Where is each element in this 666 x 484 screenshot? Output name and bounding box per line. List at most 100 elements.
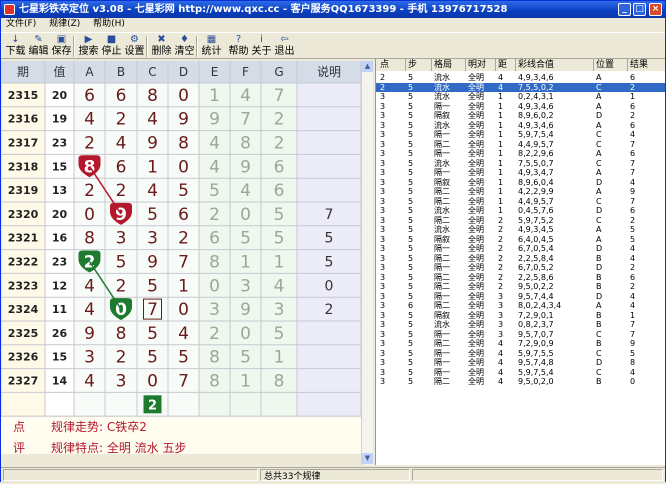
- toolbar-exit-button[interactable]: ⇦ 退出: [273, 34, 296, 58]
- list-item[interactable]: 3 5 隔一 全明 3 9,5,7,4,4 D 4: [376, 292, 665, 301]
- list-cell: 全明: [468, 92, 484, 101]
- list-cell: 3: [380, 206, 386, 215]
- toolbar-edit-button[interactable]: ✎ 编辑: [27, 34, 50, 58]
- sum-value-cell: 14: [52, 375, 68, 388]
- list-item[interactable]: 3 5 隔二 全明 1 4,4,9,5,7 C 7: [376, 197, 665, 206]
- menu-file[interactable]: 文件(F): [1, 18, 41, 31]
- search-icon: ▶: [84, 34, 93, 45]
- list-cell: 3: [498, 320, 504, 329]
- list-cell: 2: [498, 272, 504, 282]
- list-item[interactable]: 3 5 流水 全明 1 0,2,4,3,1 A 1: [376, 92, 665, 101]
- toolbar-separator: [146, 36, 148, 57]
- list-item[interactable]: 3 5 隔二 全明 2 5,9,7,5,2 C 2: [376, 216, 665, 225]
- list-item[interactable]: 3 5 隔叙 全明 2 6,4,0,4,5 A 5: [376, 235, 665, 244]
- list-item[interactable]: 3 5 隔二 全明 1 4,2,2,9,9 A 9: [376, 187, 665, 196]
- list-item[interactable]: 3 5 隔二 全明 1 4,4,9,5,7 C 7: [376, 140, 665, 149]
- list-cell: 3: [380, 149, 386, 158]
- toolbar-help-button[interactable]: ? 帮助: [227, 34, 250, 58]
- toolbar-button-label: 退出: [274, 46, 295, 57]
- list-header-cell[interactable]: 格局: [432, 59, 466, 71]
- list-item[interactable]: 3 5 流水 全明 1 4,9,3,4,6 A 6: [376, 121, 665, 130]
- digit-cell: 5: [178, 181, 189, 201]
- toolbar-settings-button[interactable]: ⚙ 设置: [123, 34, 146, 58]
- list-cell: 4: [498, 358, 504, 367]
- scroll-down-arrow-icon[interactable]: ▼: [362, 453, 373, 464]
- list-item[interactable]: 3 5 隔叙 全明 1 8,9,6,0,4 D 4: [376, 178, 665, 187]
- list-cell: 4: [630, 130, 636, 139]
- list-cell: 1: [498, 101, 504, 111]
- list-item[interactable]: 3 5 流水 全明 2 4,9,3,4,5 A 5: [376, 225, 665, 234]
- digit-cell: 2: [116, 181, 127, 201]
- list-item[interactable]: 3 5 隔一 全明 1 5,9,7,5,4 C 4: [376, 130, 665, 139]
- list-item[interactable]: 3 5 隔一 全明 1 8,2,2,9,6 A 6: [376, 149, 665, 158]
- list-cell: D: [596, 291, 603, 301]
- toolbar-stats-button[interactable]: ▦ 统计: [200, 34, 223, 58]
- rule-list[interactable]: 点步格局 明对距彩线合值 位置 结果 2 5 流水 全明 4 4,9,3,4,6 A 6 2 5 流水 全明…: [375, 59, 665, 465]
- list-item[interactable]: 2 5 流水 全明 4 4,9,3,4,6 A 6: [376, 73, 665, 82]
- list-item[interactable]: 3 5 隔一 全明 3 9,5,7,0,7 C 7: [376, 330, 665, 339]
- list-cell: 5: [408, 263, 414, 272]
- list-header-cell[interactable]: 位置: [594, 59, 628, 71]
- list-item[interactable]: 3 5 隔二 全明 2 2,2,5,8,4 B 4: [376, 254, 665, 263]
- list-header-cell[interactable]: 彩线合值: [516, 59, 594, 71]
- list-header-cell[interactable]: 步: [406, 59, 432, 71]
- sum-value-cell: 23: [52, 137, 67, 150]
- list-cell: 全明: [468, 234, 484, 244]
- list-cell: 4: [498, 377, 504, 386]
- digit-cell: 3: [147, 229, 158, 249]
- toolbar-stop-button[interactable]: ■ 停止: [100, 34, 123, 58]
- list-cell: 流水: [434, 73, 450, 82]
- toolbar-clear-button[interactable]: ♦ 清空: [173, 34, 196, 58]
- list-item[interactable]: 3 6 隔二 全明 3 8,0,2,4,3,4 A 4: [376, 301, 665, 310]
- list-cell: C: [596, 329, 602, 339]
- scroll-up-arrow-icon[interactable]: ▲: [362, 61, 373, 72]
- toolbar-download-button[interactable]: ↓ 下载: [4, 34, 27, 58]
- list-item[interactable]: 3 5 隔叙 全明 3 7,2,9,0,1 B 1: [376, 311, 665, 320]
- list-header-cell[interactable]: 结果: [628, 59, 665, 71]
- list-header-cell[interactable]: 明对: [466, 59, 496, 71]
- digit-cell: 5: [178, 348, 189, 368]
- toolbar-about-button[interactable]: i 关于: [250, 34, 273, 58]
- minimize-button[interactable]: _: [618, 3, 631, 16]
- list-cell: 4,9,3,4,7: [518, 168, 554, 177]
- list-cell: 6: [408, 301, 414, 310]
- list-item[interactable]: 3 5 隔二 全明 2 2,2,5,8,6 B 6: [376, 273, 665, 282]
- maximize-button[interactable]: □: [633, 3, 646, 16]
- list-item[interactable]: 3 5 隔二 全明 4 7,2,9,0,9 B 9: [376, 339, 665, 348]
- list-header-cell[interactable]: 距: [496, 59, 516, 71]
- list-cell: 5,9,7,5,2: [518, 215, 554, 225]
- title-bar[interactable]: 七星彩铁卒定位 v3.08 - 七星彩网 http://www.qxc.cc -…: [1, 1, 665, 18]
- list-item[interactable]: 3 5 隔二 全明 2 9,5,0,2,2 B 2: [376, 282, 665, 291]
- digit-cell: 5: [274, 229, 285, 249]
- list-item[interactable]: 2 5 流水 全明 4 7,5,5,0,2 C 2: [376, 82, 665, 92]
- list-cell: 4: [498, 73, 504, 82]
- period-cell: 2327: [8, 375, 39, 388]
- grid-scrollbar[interactable]: ▲ ▼: [361, 61, 373, 465]
- close-button[interactable]: ×: [649, 3, 662, 16]
- toolbar-delete-button[interactable]: ✖ 删除: [150, 34, 173, 58]
- list-item[interactable]: 3 5 隔一 全明 4 9,5,7,4,8 D 8: [376, 358, 665, 367]
- toolbar-button-label: 保存: [51, 46, 72, 57]
- list-cell: 3: [380, 101, 386, 111]
- list-item[interactable]: 3 5 隔二 全明 4 9,5,0,2,0 B 0: [376, 377, 665, 386]
- list-item[interactable]: 3 5 隔一 全明 2 6,7,0,5,4 D 4: [376, 244, 665, 253]
- list-header-cell[interactable]: 点: [378, 59, 406, 71]
- status-summary: 总共33个规律: [260, 469, 410, 482]
- list-cell: 全明: [468, 263, 484, 272]
- list-item[interactable]: 3 5 流水 全明 1 7,5,5,0,7 C 7: [376, 159, 665, 168]
- toolbar-save-button[interactable]: ▣ 保存: [50, 34, 73, 58]
- digit-cell: 9: [240, 300, 251, 320]
- list-item[interactable]: 3 5 隔一 全明 2 6,7,0,5,2 D 2: [376, 263, 665, 272]
- toolbar-search-button[interactable]: ▶ 搜索: [77, 34, 100, 58]
- menu-help[interactable]: 帮助(H): [88, 18, 130, 31]
- list-item[interactable]: 3 5 隔一 全明 4 5,9,7,5,4 C 4: [376, 368, 665, 377]
- list-item[interactable]: 3 5 隔叙 全明 1 8,9,6,0,2 D 2: [376, 111, 665, 120]
- menu-rules[interactable]: 规律(Z): [44, 18, 85, 31]
- list-item[interactable]: 3 5 流水 全明 1 0,4,5,7,6 D 6: [376, 206, 665, 215]
- list-item[interactable]: 3 5 流水 全明 3 0,8,2,3,7 B 7: [376, 320, 665, 329]
- list-cell: C: [596, 158, 602, 168]
- list-item[interactable]: 3 5 隔一 全明 1 4,9,3,4,7 A 7: [376, 168, 665, 177]
- digit-cell: 6: [116, 157, 127, 177]
- list-item[interactable]: 3 5 隔一 全明 1 4,9,3,4,6 A 6: [376, 102, 665, 111]
- list-item[interactable]: 3 5 隔一 全明 4 5,9,7,5,5 C 5: [376, 349, 665, 358]
